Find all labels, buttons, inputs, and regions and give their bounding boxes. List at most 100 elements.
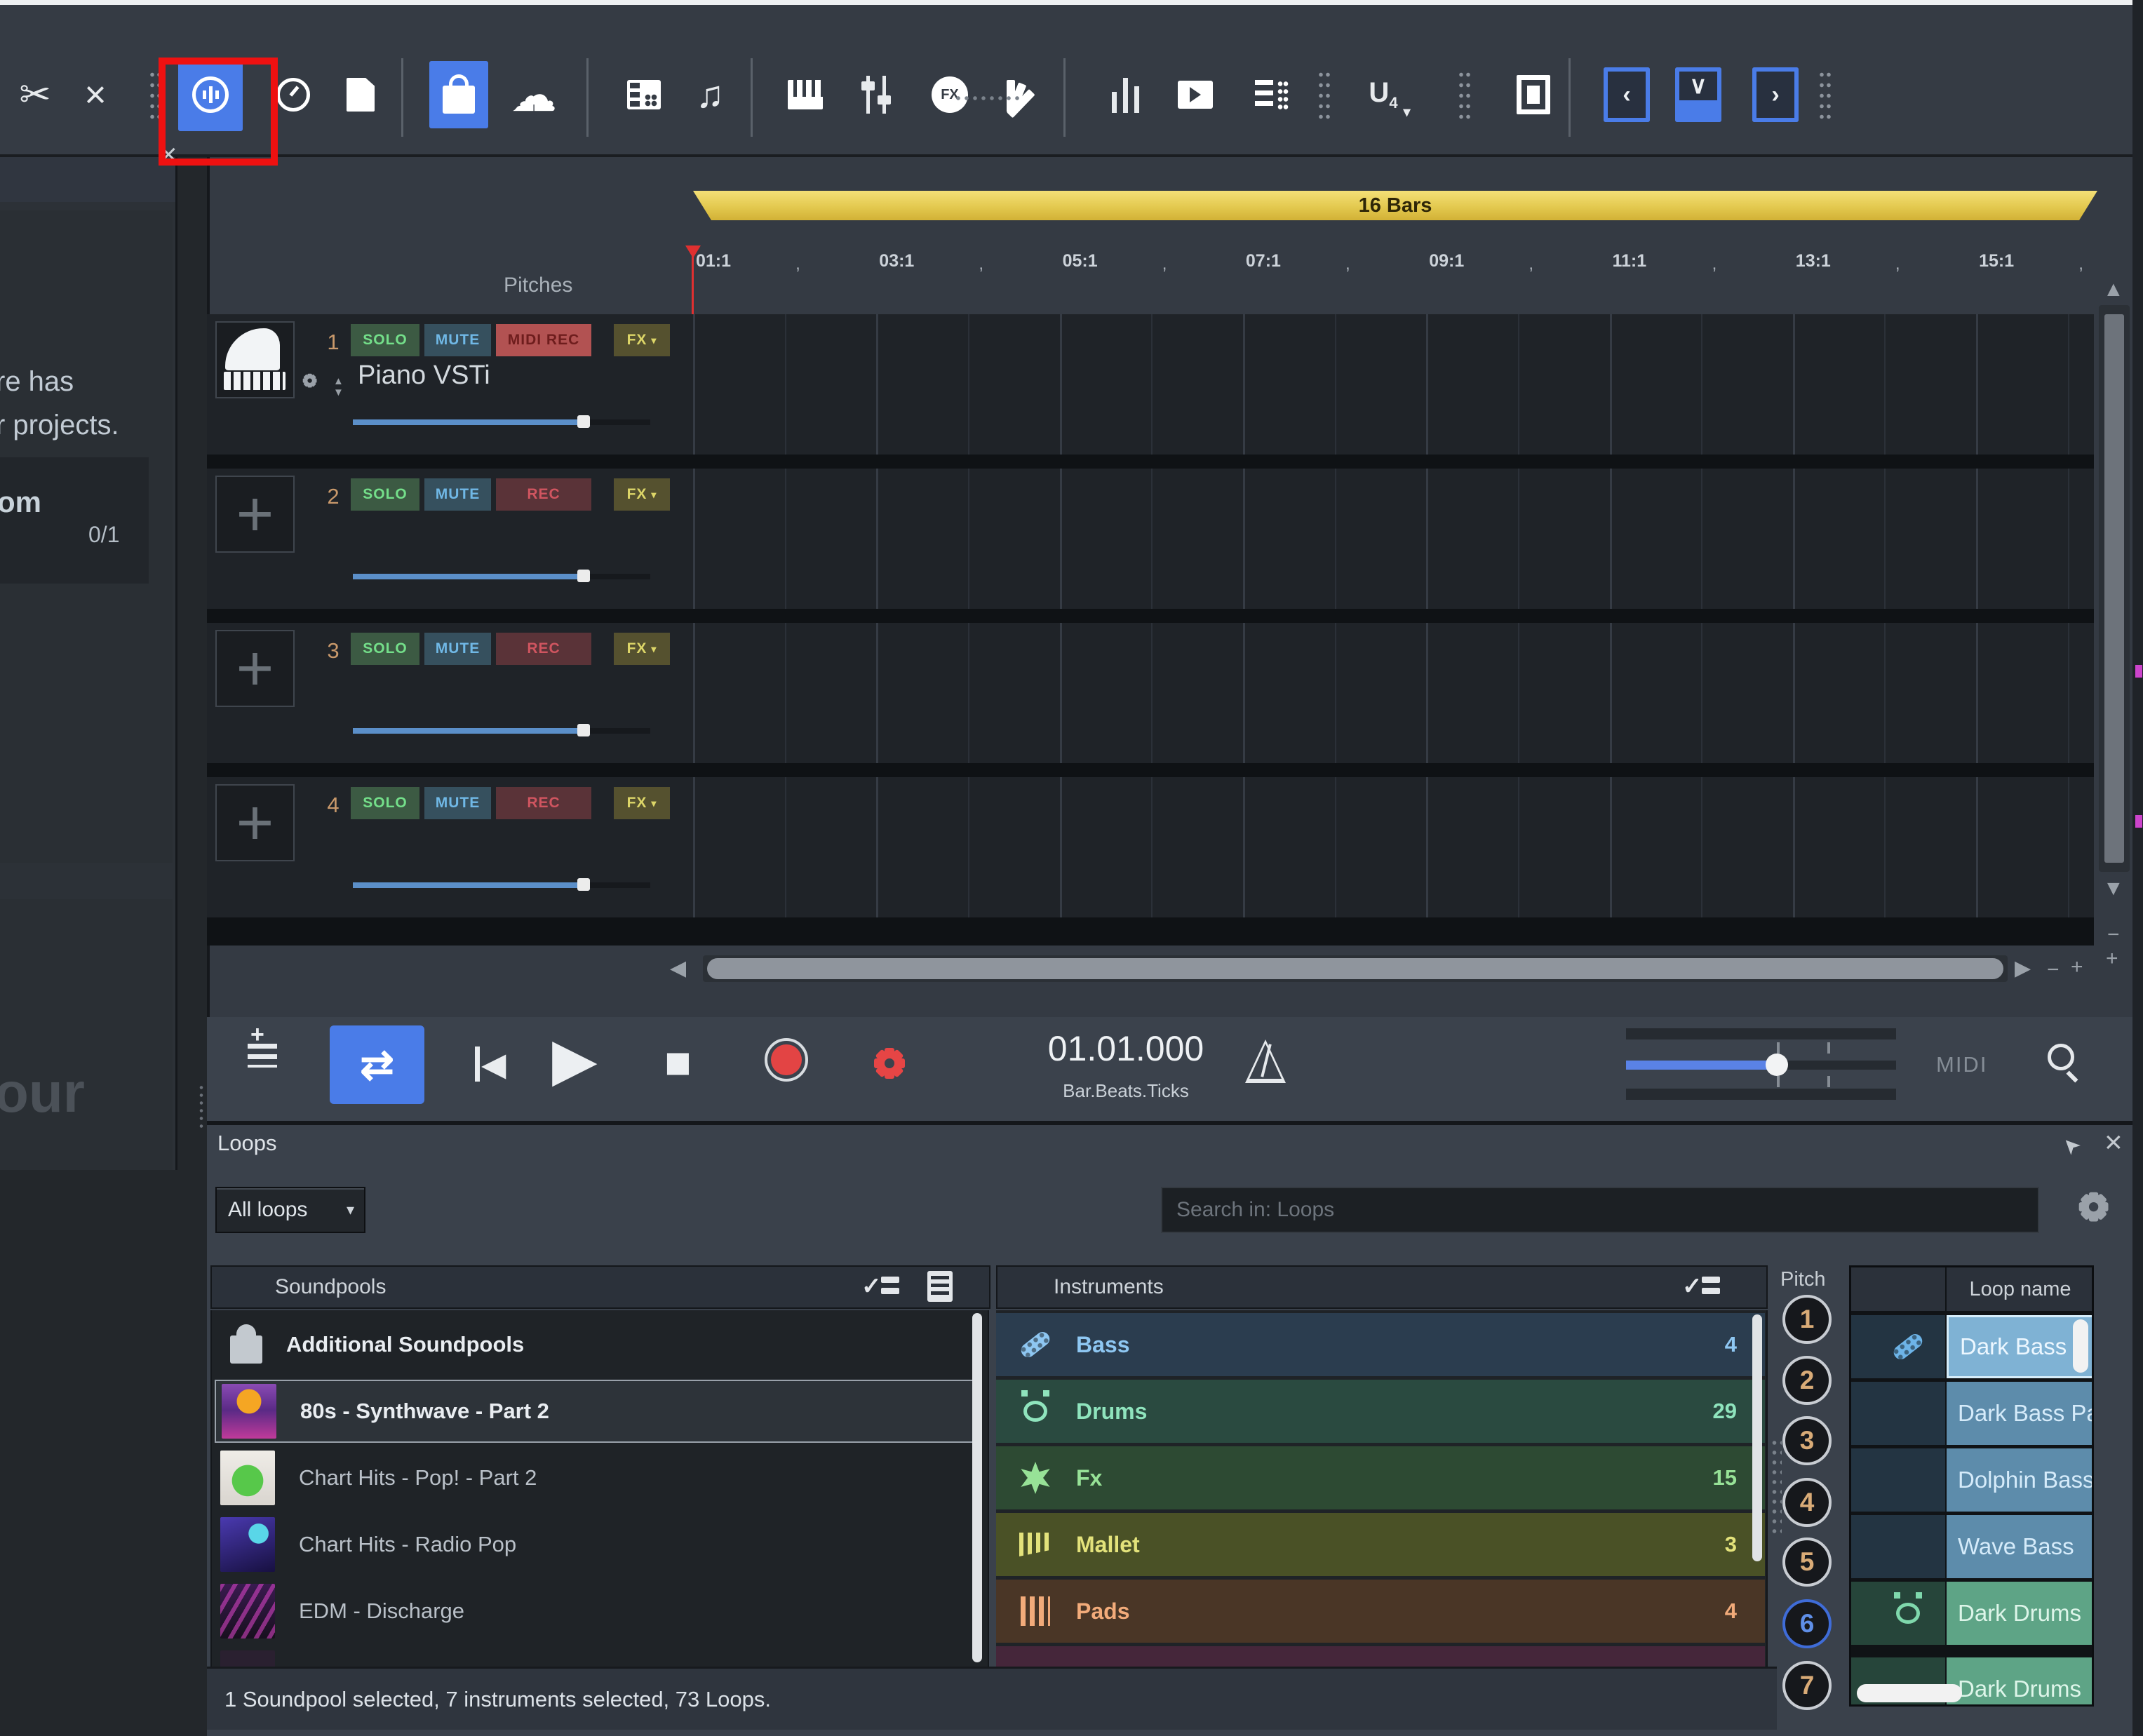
magnet-snap-icon[interactable]: U4▾ bbox=[1354, 72, 1413, 117]
level-bars-icon[interactable] bbox=[1103, 72, 1148, 117]
loops-settings-gear-icon[interactable] bbox=[2075, 1188, 2112, 1225]
fx-button[interactable]: FX▾ bbox=[614, 324, 670, 356]
video-monitor-icon[interactable] bbox=[1173, 72, 1218, 117]
toolbar-grip[interactable] bbox=[1458, 69, 1472, 123]
record-arm-button[interactable]: REC bbox=[496, 633, 591, 665]
soundpool-item[interactable]: Additional Soundpools bbox=[215, 1313, 981, 1376]
solo-button[interactable]: SOLO bbox=[351, 787, 419, 819]
playback-range-badge[interactable]: 16 Bars bbox=[693, 191, 2097, 220]
instrument-row[interactable]: Mallet3 bbox=[996, 1513, 1765, 1576]
track-spinner-icon[interactable]: ▲▼ bbox=[333, 376, 344, 398]
loop-name-column-header[interactable]: Loop name bbox=[1947, 1267, 2094, 1311]
pitch-button-3[interactable]: 3 bbox=[1782, 1416, 1832, 1465]
fullscreen-icon[interactable] bbox=[1514, 72, 1553, 117]
track-name[interactable]: Piano VSTi bbox=[358, 361, 490, 391]
pitch-button-2[interactable]: 2 bbox=[1782, 1356, 1832, 1405]
pitch-button-5[interactable]: 5 bbox=[1782, 1537, 1832, 1587]
scissors-icon[interactable]: ✂ bbox=[13, 72, 58, 117]
track-row[interactable]: +2SOLOMUTERECFX▾ bbox=[207, 469, 2094, 609]
cloud-download-icon[interactable]: ☁↓ bbox=[506, 72, 561, 117]
time-display[interactable]: 01.01.000 bbox=[1000, 1028, 1252, 1069]
mute-button[interactable]: MUTE bbox=[424, 324, 491, 356]
instrument-tile[interactable] bbox=[215, 321, 295, 398]
soundpool-item[interactable]: Chart Hits - Pop! - Part 2 bbox=[215, 1446, 981, 1509]
scroll-right-icon[interactable]: ▶ bbox=[2015, 958, 2031, 979]
h-zoom-out-icon[interactable]: − bbox=[2047, 960, 2060, 981]
instruments-scrollbar-thumb[interactable] bbox=[1752, 1314, 1762, 1561]
panel-left-toggle-icon[interactable]: ‹ bbox=[1604, 67, 1650, 122]
toolbar-grip[interactable] bbox=[1317, 69, 1331, 123]
record-button[interactable] bbox=[765, 1038, 808, 1082]
fx-button[interactable]: FX▾ bbox=[614, 633, 670, 665]
loop-name-cell[interactable]: Dark Bass bbox=[1947, 1315, 2094, 1378]
track-row[interactable]: +4SOLOMUTERECFX▾ bbox=[207, 777, 2094, 917]
zoom-out-icon[interactable]: − bbox=[2107, 924, 2120, 946]
scroll-up-icon[interactable]: ▲ bbox=[2103, 279, 2124, 300]
solo-button[interactable]: SOLO bbox=[351, 324, 419, 356]
metronome-icon[interactable] bbox=[1245, 1039, 1286, 1083]
zoom-search-icon[interactable] bbox=[2045, 1042, 2081, 1082]
skip-to-start-button[interactable]: ◀ bbox=[475, 1047, 506, 1082]
instrument-row[interactable]: Pads4 bbox=[996, 1580, 1765, 1643]
track-row[interactable]: +3SOLOMUTERECFX▾ bbox=[207, 623, 2094, 763]
add-instrument-tile[interactable]: + bbox=[215, 630, 295, 707]
piano-keys-icon[interactable] bbox=[783, 72, 828, 117]
instruments-select-all-icon[interactable]: ✓ bbox=[1682, 1272, 1721, 1300]
track-volume-knob[interactable] bbox=[577, 724, 590, 736]
track-volume-slider[interactable] bbox=[353, 728, 650, 734]
panel-close-icon[interactable]: × bbox=[2104, 1125, 2123, 1160]
track-volume-knob[interactable] bbox=[577, 415, 590, 428]
panel-splitter-grip[interactable] bbox=[954, 94, 1021, 102]
loop-name-cell[interactable]: Dark Drums bbox=[1947, 1582, 2094, 1645]
loop-row[interactable]: Dark Drums bbox=[1851, 1582, 2094, 1645]
solo-button[interactable]: SOLO bbox=[351, 478, 419, 511]
solo-button[interactable]: SOLO bbox=[351, 633, 419, 665]
pitch-button-1[interactable]: 1 bbox=[1782, 1295, 1832, 1344]
fx-button[interactable]: FX▾ bbox=[614, 787, 670, 819]
scroll-down-icon[interactable]: ▼ bbox=[2103, 878, 2124, 899]
master-volume-knob[interactable] bbox=[1766, 1054, 1788, 1076]
toolbar-grip[interactable] bbox=[1818, 69, 1832, 123]
mute-button[interactable]: MUTE bbox=[424, 633, 491, 665]
mute-button[interactable]: MUTE bbox=[424, 478, 491, 511]
pitch-button-6[interactable]: 6 bbox=[1782, 1599, 1832, 1648]
zoom-in-icon[interactable]: + bbox=[2106, 948, 2118, 969]
delete-x-icon[interactable]: × bbox=[73, 72, 118, 117]
scroll-left-icon[interactable]: ◀ bbox=[670, 958, 686, 979]
soundpool-item[interactable]: 80s - Synthwave - Part 2 bbox=[215, 1380, 981, 1443]
list-resize-grip[interactable] bbox=[1771, 1438, 1782, 1536]
loop-name-cell[interactable]: Dolphin Bass bbox=[1947, 1448, 2094, 1512]
track-row[interactable]: 1SOLOMUTEMIDI RECFX▾Piano VSTi▲▼ bbox=[207, 314, 2094, 455]
panel-resize-grip[interactable] bbox=[197, 1084, 206, 1129]
file-icon[interactable] bbox=[338, 72, 383, 117]
soundpools-scrollbar-thumb[interactable] bbox=[972, 1313, 982, 1662]
object-list-icon[interactable] bbox=[1250, 72, 1295, 117]
record-settings-gear-icon[interactable] bbox=[870, 1044, 909, 1083]
fx-button[interactable]: FX▾ bbox=[614, 478, 670, 511]
record-arm-button[interactable]: REC bbox=[496, 787, 591, 819]
mute-button[interactable]: MUTE bbox=[424, 787, 491, 819]
loops-search-input[interactable] bbox=[1161, 1187, 2039, 1233]
soundpool-item[interactable]: Chart Hits - Radio Pop bbox=[215, 1513, 981, 1576]
loop-name-cell[interactable]: Wave Bass bbox=[1947, 1515, 2094, 1578]
loop-row[interactable]: Dark Bass bbox=[1851, 1315, 2094, 1378]
vertical-scrollbar-thumb[interactable] bbox=[2104, 314, 2124, 863]
loop-row[interactable]: Wave Bass bbox=[1851, 1515, 2094, 1578]
loop-row[interactable]: Dark Bass Pa bbox=[1851, 1382, 2094, 1445]
loop-playback-button[interactable]: ⇄ bbox=[330, 1025, 424, 1104]
record-arm-button[interactable]: REC bbox=[496, 478, 591, 511]
music-note-icon[interactable]: ♫ bbox=[687, 72, 732, 117]
panel-bottom-toggle-icon[interactable]: ∨ bbox=[1675, 67, 1721, 122]
panel-right-toggle-icon[interactable]: › bbox=[1752, 67, 1799, 122]
track-volume-slider[interactable] bbox=[353, 419, 650, 425]
store-bag-icon[interactable] bbox=[429, 61, 488, 128]
track-gear-icon[interactable] bbox=[301, 372, 318, 389]
store-download-box[interactable] bbox=[0, 457, 149, 584]
h-zoom-in-icon[interactable]: + bbox=[2071, 957, 2083, 978]
soundpools-detail-view-icon[interactable] bbox=[927, 1271, 953, 1302]
loop-name-cell[interactable]: Dark Bass Pa bbox=[1947, 1382, 2094, 1445]
stop-button[interactable]: ■ bbox=[664, 1039, 692, 1084]
add-instrument-tile[interactable]: + bbox=[215, 784, 295, 861]
soundpools-select-all-icon[interactable]: ✓ bbox=[861, 1272, 901, 1300]
soundpool-item[interactable]: EDM - Discharge bbox=[215, 1580, 981, 1643]
